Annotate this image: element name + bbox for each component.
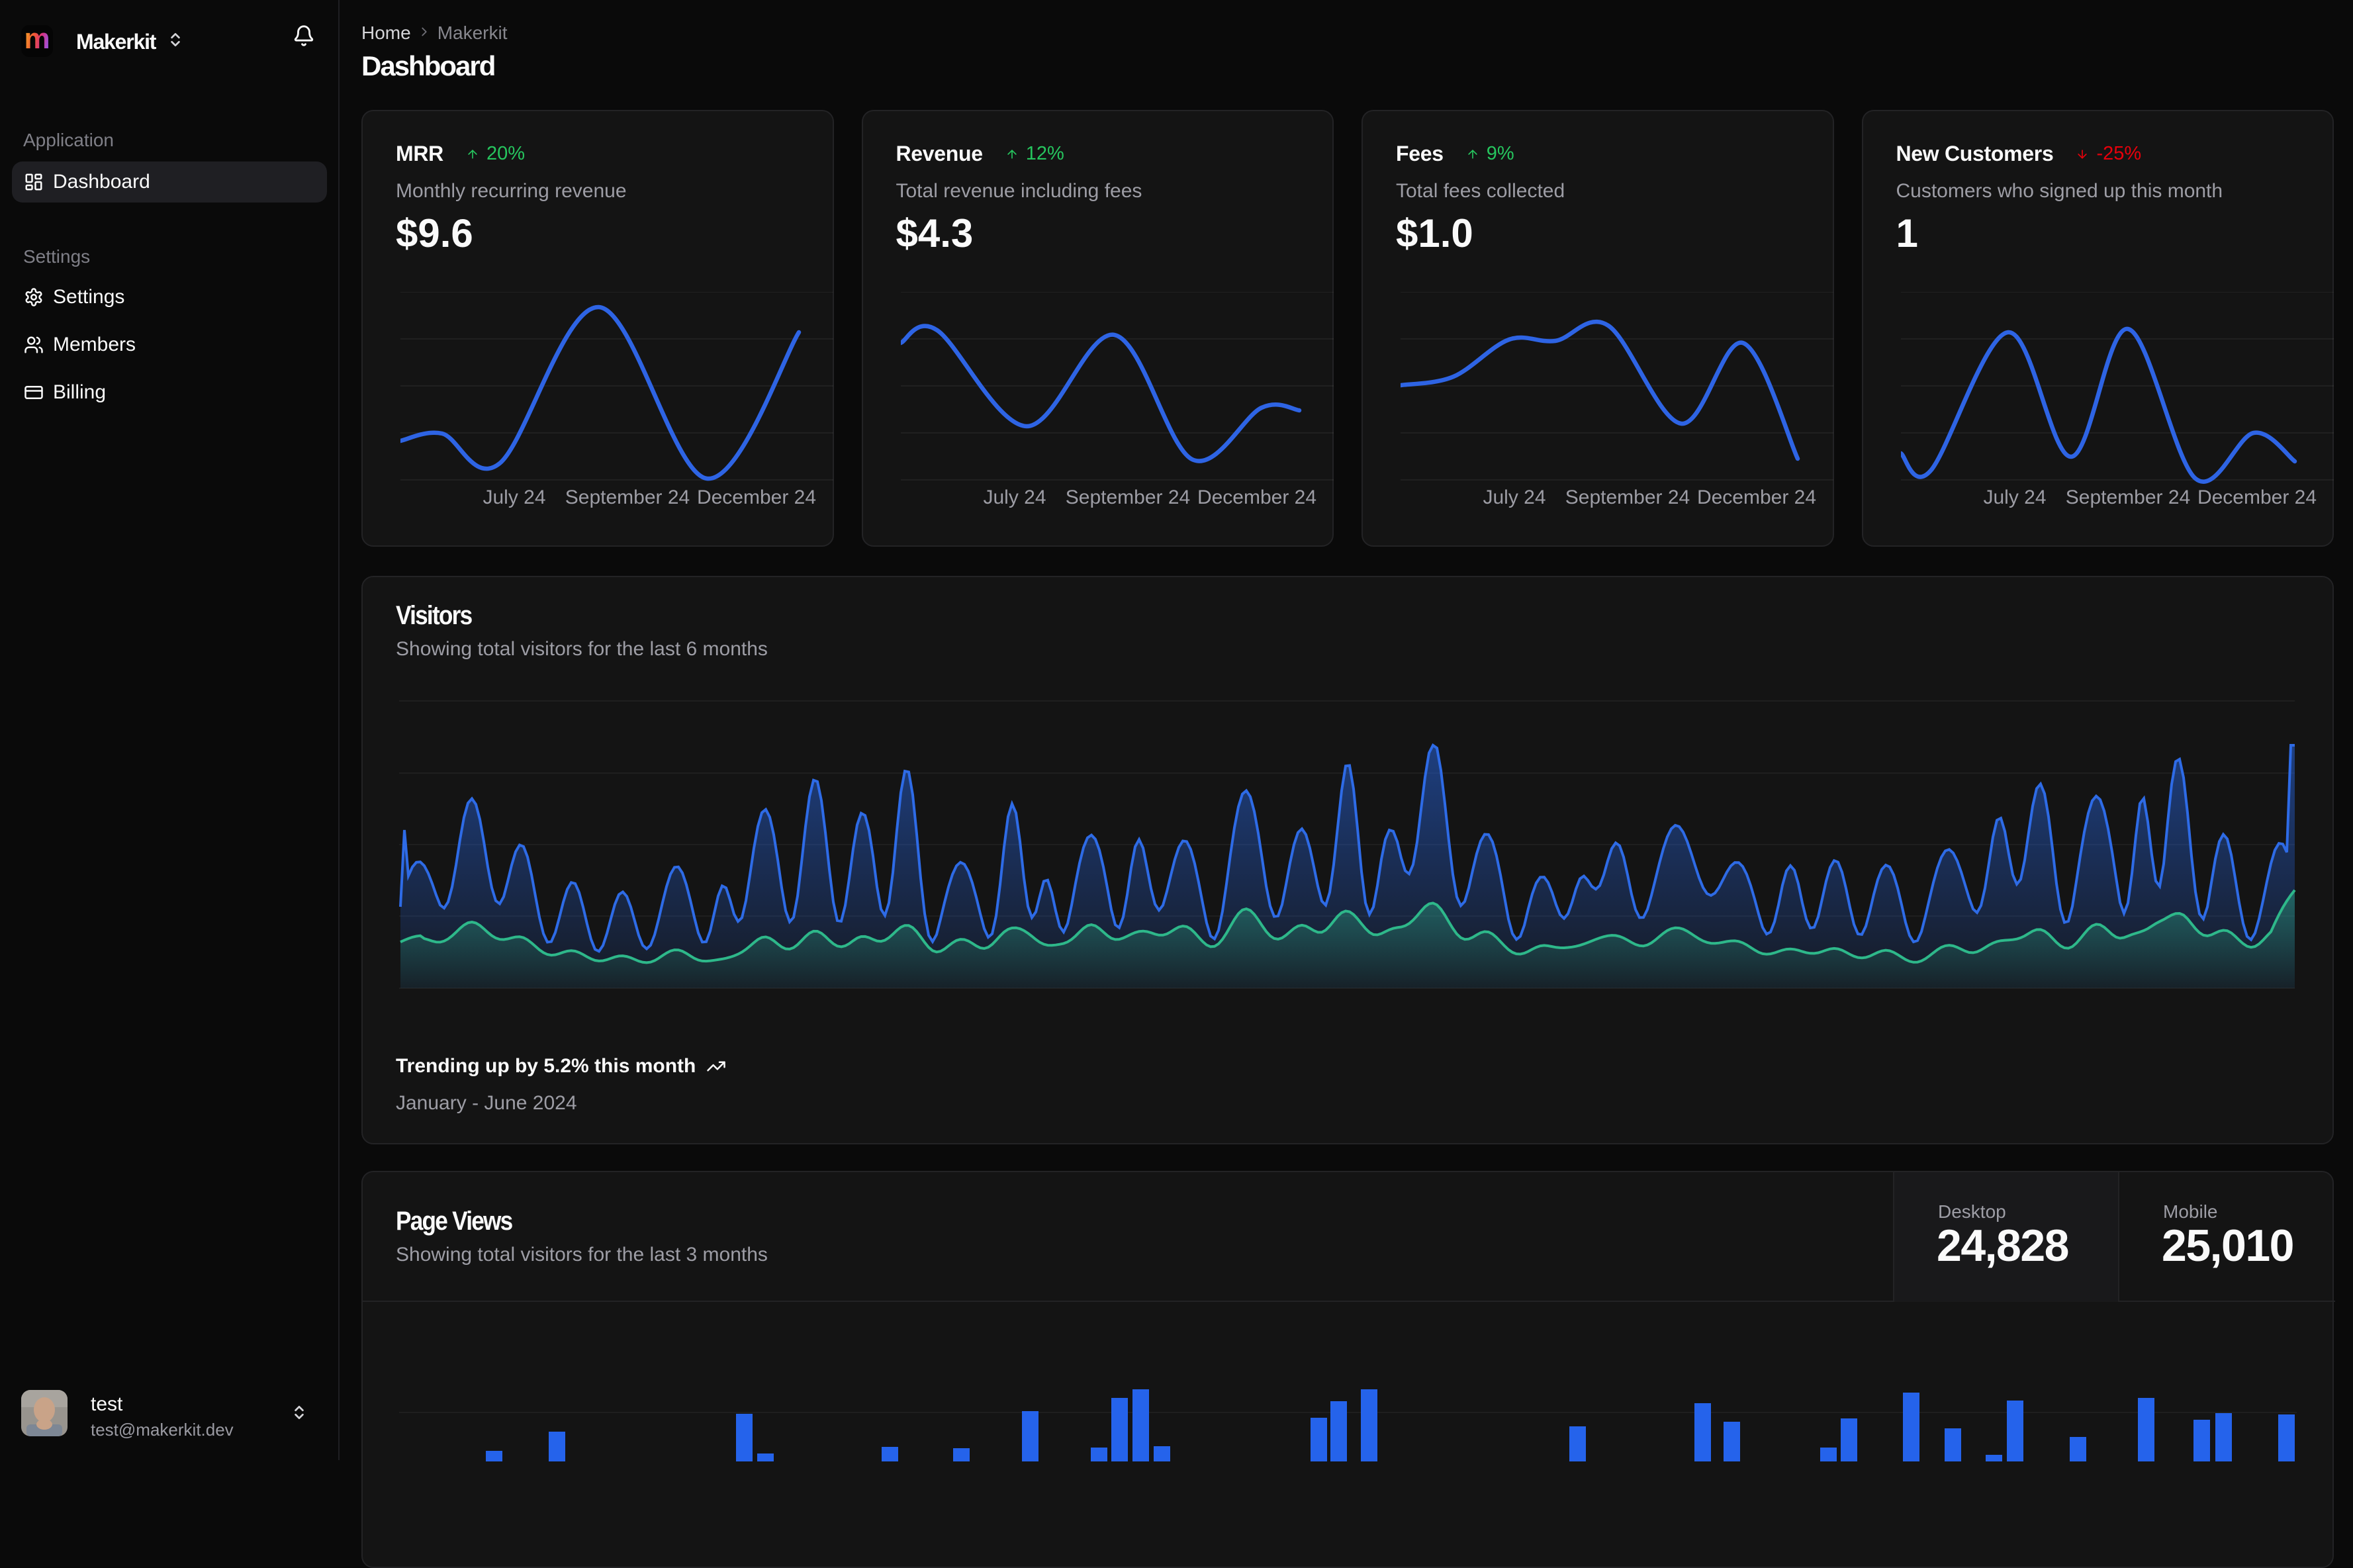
svg-text:July 24: July 24 [1983,486,2046,508]
svg-text:September 24: September 24 [1065,486,1189,508]
svg-text:December 24: December 24 [1197,486,1316,508]
svg-text:September 24: September 24 [2065,486,2190,508]
svg-text:December 24: December 24 [697,486,816,508]
svg-text:December 24: December 24 [1697,486,1816,508]
svg-text:July 24: July 24 [983,486,1046,508]
svg-text:December 24: December 24 [2197,486,2316,508]
svg-text:September 24: September 24 [1565,486,1690,508]
svg-text:September 24: September 24 [565,486,690,508]
svg-text:July 24: July 24 [483,486,545,508]
svg-text:July 24: July 24 [1483,486,1546,508]
